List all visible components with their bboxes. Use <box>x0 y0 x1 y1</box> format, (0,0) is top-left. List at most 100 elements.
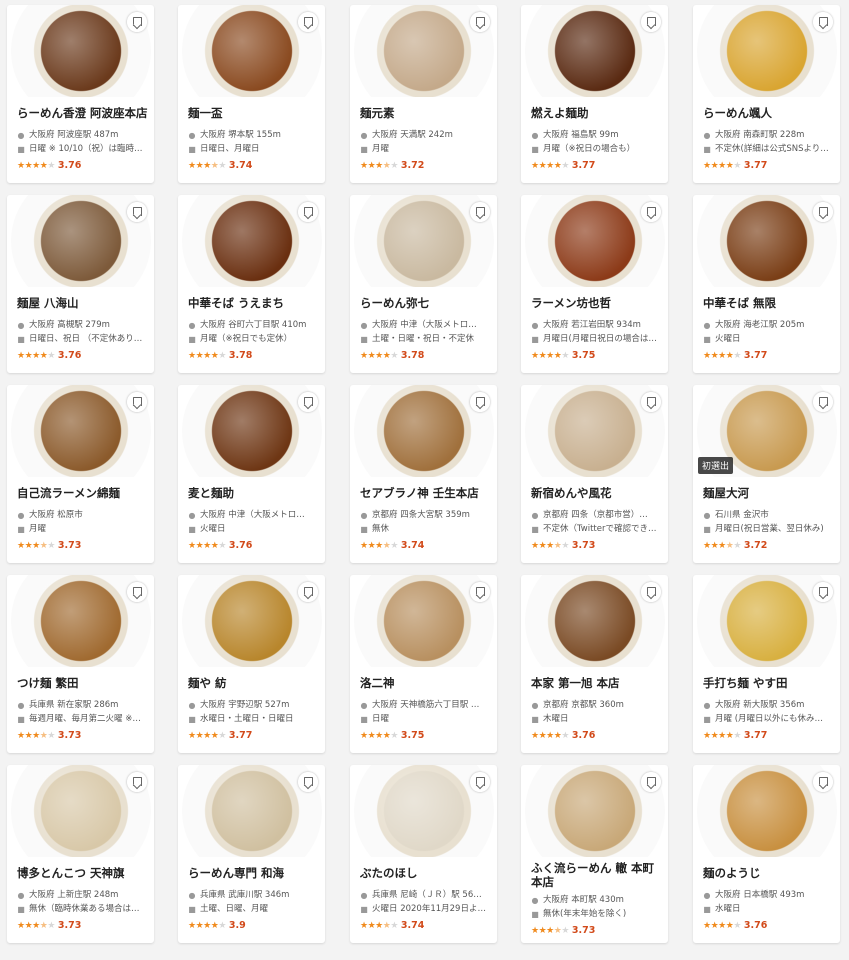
ramen-photo[interactable] <box>7 5 154 97</box>
bookmark-icon[interactable] <box>127 202 147 222</box>
ramen-photo[interactable] <box>178 195 325 287</box>
restaurant-card[interactable]: 麺や 紡 大阪府 宇野辺駅 527m 水曜日・土曜日・日曜日 ★★★★★3.77 <box>178 575 325 753</box>
ramen-photo[interactable] <box>521 385 668 477</box>
restaurant-card[interactable]: つけ麺 繁田 兵庫県 新在家駅 286m 毎週月曜、毎月第二火曜 ※… ★★★★… <box>7 575 154 753</box>
restaurant-card[interactable]: らーめん専門 和海 兵庫県 武庫川駅 346m 土曜、日曜、月曜 ★★★★★3.… <box>178 765 325 943</box>
bookmark-icon[interactable] <box>127 12 147 32</box>
ramen-photo[interactable] <box>521 195 668 287</box>
bookmark-icon[interactable] <box>641 12 661 32</box>
ramen-photo[interactable] <box>178 575 325 667</box>
restaurant-card[interactable]: ふく流らーめん 轍 本町本店 大阪府 本町駅 430m 無休(年末年始を除く) … <box>521 765 668 943</box>
bookmark-icon[interactable] <box>470 772 490 792</box>
shop-name[interactable]: 洛二神 <box>360 675 491 691</box>
ramen-photo[interactable] <box>350 575 497 667</box>
ramen-photo[interactable] <box>350 195 497 287</box>
restaurant-card[interactable]: らーめん颯人 大阪府 南森町駅 228m 不定休(詳細は公式SNSより… ★★★… <box>693 5 840 183</box>
shop-name[interactable]: らーめん弥七 <box>360 295 491 311</box>
bookmark-icon[interactable] <box>470 582 490 602</box>
restaurant-card[interactable]: セアブラノ神 壬生本店 京都府 四条大宮駅 359m 無休 ★★★★★3.74 <box>350 385 497 563</box>
ramen-photo[interactable] <box>350 765 497 857</box>
ramen-photo[interactable] <box>693 575 840 667</box>
restaurant-card[interactable]: ラーメン坊也哲 大阪府 若江岩田駅 934m 月曜日(月曜日祝日の場合は… ★★… <box>521 195 668 373</box>
bookmark-icon[interactable] <box>813 582 833 602</box>
restaurant-card[interactable]: 麺元素 大阪府 天満駅 242m 月曜 ★★★★★3.72 <box>350 5 497 183</box>
restaurant-card[interactable]: らーめん香澄 阿波座本店 大阪府 阿波座駅 487m 日曜 ※ 10/10（祝）… <box>7 5 154 183</box>
shop-name[interactable]: 麺のようじ <box>703 865 834 881</box>
shop-name[interactable]: らーめん専門 和海 <box>188 865 319 881</box>
restaurant-card[interactable]: ぶたのほし 兵庫県 尼崎（ＪＲ）駅 56… 火曜日 2020年11月29日よ… … <box>350 765 497 943</box>
shop-name[interactable]: 自己流ラーメン綿麺 <box>17 485 148 501</box>
shop-name[interactable]: 麺元素 <box>360 105 491 121</box>
restaurant-card[interactable]: 手打ち麺 やす田 大阪府 新大阪駅 356m 月曜 (月曜日以外にも休み… ★★… <box>693 575 840 753</box>
bookmark-icon[interactable] <box>298 772 318 792</box>
ramen-photo[interactable]: 初選出 <box>693 385 840 477</box>
restaurant-card[interactable]: 初選出 麺屋大河 石川県 金沢市 月曜日(祝日営業、翌日休み) ★★★★★3.7… <box>693 385 840 563</box>
shop-name[interactable]: 麺や 紡 <box>188 675 319 691</box>
shop-name[interactable]: ラーメン坊也哲 <box>531 295 662 311</box>
restaurant-card[interactable]: 麺屋 八海山 大阪府 高槻駅 279m 日曜日、祝日 （不定休あり… ★★★★★… <box>7 195 154 373</box>
bookmark-icon[interactable] <box>813 12 833 32</box>
restaurant-card[interactable]: 自己流ラーメン綿麺 大阪府 松原市 月曜 ★★★★★3.73 <box>7 385 154 563</box>
ramen-photo[interactable] <box>521 5 668 97</box>
restaurant-card[interactable]: 麺一盃 大阪府 堺本駅 155m 日曜日、月曜日 ★★★★★3.74 <box>178 5 325 183</box>
restaurant-card[interactable]: 洛二神 大阪府 天神橋筋六丁目駅 … 日曜 ★★★★★3.75 <box>350 575 497 753</box>
bookmark-icon[interactable] <box>127 392 147 412</box>
shop-name[interactable]: つけ麺 繁田 <box>17 675 148 691</box>
ramen-photo[interactable] <box>350 5 497 97</box>
ramen-photo[interactable] <box>693 765 840 857</box>
bookmark-icon[interactable] <box>298 392 318 412</box>
shop-name[interactable]: 麺屋大河 <box>703 485 834 501</box>
bookmark-icon[interactable] <box>813 772 833 792</box>
shop-name[interactable]: らーめん颯人 <box>703 105 834 121</box>
ramen-photo[interactable] <box>7 195 154 287</box>
bookmark-icon[interactable] <box>298 582 318 602</box>
shop-name[interactable]: 麦と麺助 <box>188 485 319 501</box>
shop-name[interactable]: 手打ち麺 やす田 <box>703 675 834 691</box>
bookmark-icon[interactable] <box>641 582 661 602</box>
bookmark-icon[interactable] <box>470 12 490 32</box>
restaurant-card[interactable]: 麦と麺助 大阪府 中津（大阪メトロ… 火曜日 ★★★★★3.76 <box>178 385 325 563</box>
ramen-photo[interactable] <box>693 195 840 287</box>
ramen-photo[interactable] <box>7 385 154 477</box>
shop-name[interactable]: 本家 第一旭 本店 <box>531 675 662 691</box>
shop-name[interactable]: ふく流らーめん 轍 本町本店 <box>531 861 662 889</box>
bookmark-icon[interactable] <box>813 392 833 412</box>
bookmark-icon[interactable] <box>470 392 490 412</box>
bookmark-icon[interactable] <box>127 772 147 792</box>
restaurant-card[interactable]: 燃えよ麺助 大阪府 福島駅 99m 月曜（※祝日の場合も） ★★★★★3.77 <box>521 5 668 183</box>
shop-name[interactable]: らーめん香澄 阿波座本店 <box>17 105 148 121</box>
ramen-photo[interactable] <box>178 385 325 477</box>
bookmark-icon[interactable] <box>641 392 661 412</box>
ramen-photo[interactable] <box>521 765 668 857</box>
restaurant-card[interactable]: 中華そば 無限 大阪府 海老江駅 205m 火曜日 ★★★★★3.77 <box>693 195 840 373</box>
shop-name[interactable]: 新宿めんや風花 <box>531 485 662 501</box>
restaurant-card[interactable]: 麺のようじ 大阪府 日本橋駅 493m 水曜日 ★★★★★3.76 <box>693 765 840 943</box>
shop-name[interactable]: セアブラノ神 壬生本店 <box>360 485 491 501</box>
shop-name[interactable]: 燃えよ麺助 <box>531 105 662 121</box>
shop-name[interactable]: 麺一盃 <box>188 105 319 121</box>
bookmark-icon[interactable] <box>813 202 833 222</box>
bookmark-icon[interactable] <box>470 202 490 222</box>
ramen-photo[interactable] <box>693 5 840 97</box>
bookmark-icon[interactable] <box>298 202 318 222</box>
bookmark-icon[interactable] <box>127 582 147 602</box>
shop-name[interactable]: 博多とんこつ 天神旗 <box>17 865 148 881</box>
restaurant-card[interactable]: 新宿めんや風花 京都府 四条（京都市営）… 不定休（Twitterで確認できま…… <box>521 385 668 563</box>
ramen-photo[interactable] <box>350 385 497 477</box>
bookmark-icon[interactable] <box>298 12 318 32</box>
shop-name[interactable]: 中華そば 無限 <box>703 295 834 311</box>
ramen-photo[interactable] <box>521 575 668 667</box>
bookmark-icon[interactable] <box>641 772 661 792</box>
ramen-photo[interactable] <box>7 575 154 667</box>
ramen-photo[interactable] <box>7 765 154 857</box>
bookmark-icon[interactable] <box>641 202 661 222</box>
restaurant-card[interactable]: 本家 第一旭 本店 京都府 京都駅 360m 木曜日 ★★★★★3.76 <box>521 575 668 753</box>
shop-name[interactable]: 中華そば うえまち <box>188 295 319 311</box>
ramen-photo[interactable] <box>178 5 325 97</box>
restaurant-card[interactable]: 博多とんこつ 天神旗 大阪府 上新庄駅 248m 無休（臨時休業ある場合は… ★… <box>7 765 154 943</box>
restaurant-card[interactable]: らーめん弥七 大阪府 中津（大阪メトロ… 土曜・日曜・祝日・不定休 ★★★★★3… <box>350 195 497 373</box>
shop-name[interactable]: 麺屋 八海山 <box>17 295 148 311</box>
shop-name[interactable]: ぶたのほし <box>360 865 491 881</box>
ramen-photo[interactable] <box>178 765 325 857</box>
restaurant-card[interactable]: 中華そば うえまち 大阪府 谷町六丁目駅 410m 月曜（※祝日でも定休） ★★… <box>178 195 325 373</box>
